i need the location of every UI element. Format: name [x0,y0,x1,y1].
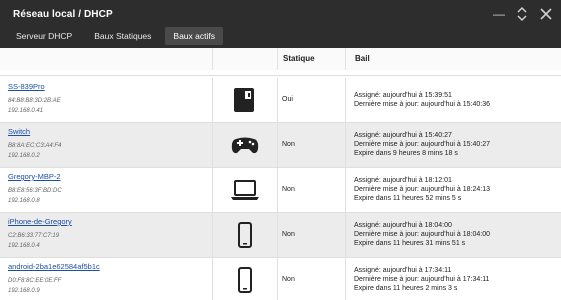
ip-address: 192.168.0.4 [8,243,40,249]
static-status: Non [282,276,295,283]
title-bar: Réseau local / DHCP — Serveur DHCP Baux … [0,0,561,48]
device-name-link[interactable]: SS-839Pro [8,82,45,91]
laptop-icon [230,177,260,203]
nas-icon [230,87,260,113]
ip-address: 192.168.0.8 [8,198,40,204]
minimize-icon[interactable]: — [490,6,508,22]
reorder-icon[interactable] [513,6,531,22]
static-status: Oui [282,96,293,103]
dhcp-window: Réseau local / DHCP — Serveur DHCP Baux … [0,0,561,300]
static-status: Non [282,186,295,193]
ip-address: 192.168.0.41 [8,108,44,114]
table-row[interactable]: SS-839Pro 84:B8:B8:3D:2B:AE 192.168.0.41… [0,78,561,123]
lease-assigned: Assigné: aujourd'hui à 17:34:11 [354,267,452,274]
column-header-static[interactable]: Statique [283,48,346,70]
gamepad-icon [230,132,260,158]
phone-icon [230,222,260,248]
mac-address: 84:B8:B8:3D:2B:AE [8,98,61,104]
lease-assigned: Assigné: aujourd'hui à 15:40:27 [354,132,452,139]
table-row[interactable]: android-2ba1e62584af5b1c D0:F8:8C:EE:0E:… [0,258,561,300]
tab-active-leases[interactable]: Baux actifs [165,27,223,45]
lease-updated: Dernière mise à jour: aujourd'hui à 18:0… [354,230,490,238]
partial-row [0,70,561,76]
table-row[interactable]: Switch B8:8A:EC:C3:A4:F4 192.168.0.2 Non… [0,123,561,168]
phone-icon [230,267,260,293]
table-row[interactable]: Gregory-MBP-2 B8:E8:56:3F:BD:DC 192.168.… [0,168,561,213]
ip-address: 192.168.0.2 [8,153,40,159]
device-name-link[interactable]: android-2ba1e62584af5b1c [8,262,100,271]
device-name-link[interactable]: Gregory-MBP-2 [8,172,61,181]
mac-address: B8:8A:EC:C3:A4:F4 [8,143,62,149]
lease-expires: Expire dans 11 heures 31 mins 51 s [354,239,466,247]
lease-updated: Dernière mise à jour: aujourd'hui à 15:4… [354,140,490,148]
lease-updated: Dernière mise à jour: aujourd'hui à 15:4… [354,100,490,108]
lease-assigned: Assigné: aujourd'hui à 15:39:51 [354,92,452,99]
window-title: Réseau local / DHCP [13,9,113,20]
lease-updated: Dernière mise à jour: aujourd'hui à 17:3… [354,275,490,283]
column-header-lease[interactable]: Bail [355,48,561,70]
lease-expires: Expire dans 11 heures 2 mins 3 s [354,284,458,292]
lease-updated: Dernière mise à jour: aujourd'hui à 18:2… [354,185,490,193]
mac-address: C2:B6:33:77:C7:19 [8,233,60,239]
lease-assigned: Assigné: aujourd'hui à 18:04:00 [354,222,452,229]
mac-address: B8:E8:56:3F:BD:DC [8,188,62,194]
ip-address: 192.168.0.9 [8,288,40,294]
mac-address: D0:F8:8C:EE:0E:FF [8,278,62,284]
column-header-device[interactable] [0,48,213,70]
lease-expires: Expire dans 11 heures 52 mins 5 s [354,194,462,202]
column-header-icon[interactable] [212,48,278,70]
close-icon[interactable] [537,6,555,22]
table-header: Statique Bail [0,48,561,71]
device-name-link[interactable]: iPhone-de-Gregory [8,217,72,226]
tab-dhcp-server[interactable]: Serveur DHCP [8,27,80,45]
static-status: Non [282,141,295,148]
device-name-link[interactable]: Switch [8,127,30,136]
lease-expires: Expire dans 9 heures 8 mins 18 s [354,149,458,157]
tab-static-leases[interactable]: Baux Statiques [86,27,159,45]
lease-assigned: Assigné: aujourd'hui à 18:12:01 [354,177,452,184]
static-status: Non [282,231,295,238]
leases-table: Statique Bail SS-839Pro 84:B8:B8:3D:2B:A… [0,48,561,300]
tab-bar: Serveur DHCP Baux Statiques Baux actifs [8,27,223,45]
table-row[interactable]: iPhone-de-Gregory C2:B6:33:77:C7:19 192.… [0,213,561,258]
